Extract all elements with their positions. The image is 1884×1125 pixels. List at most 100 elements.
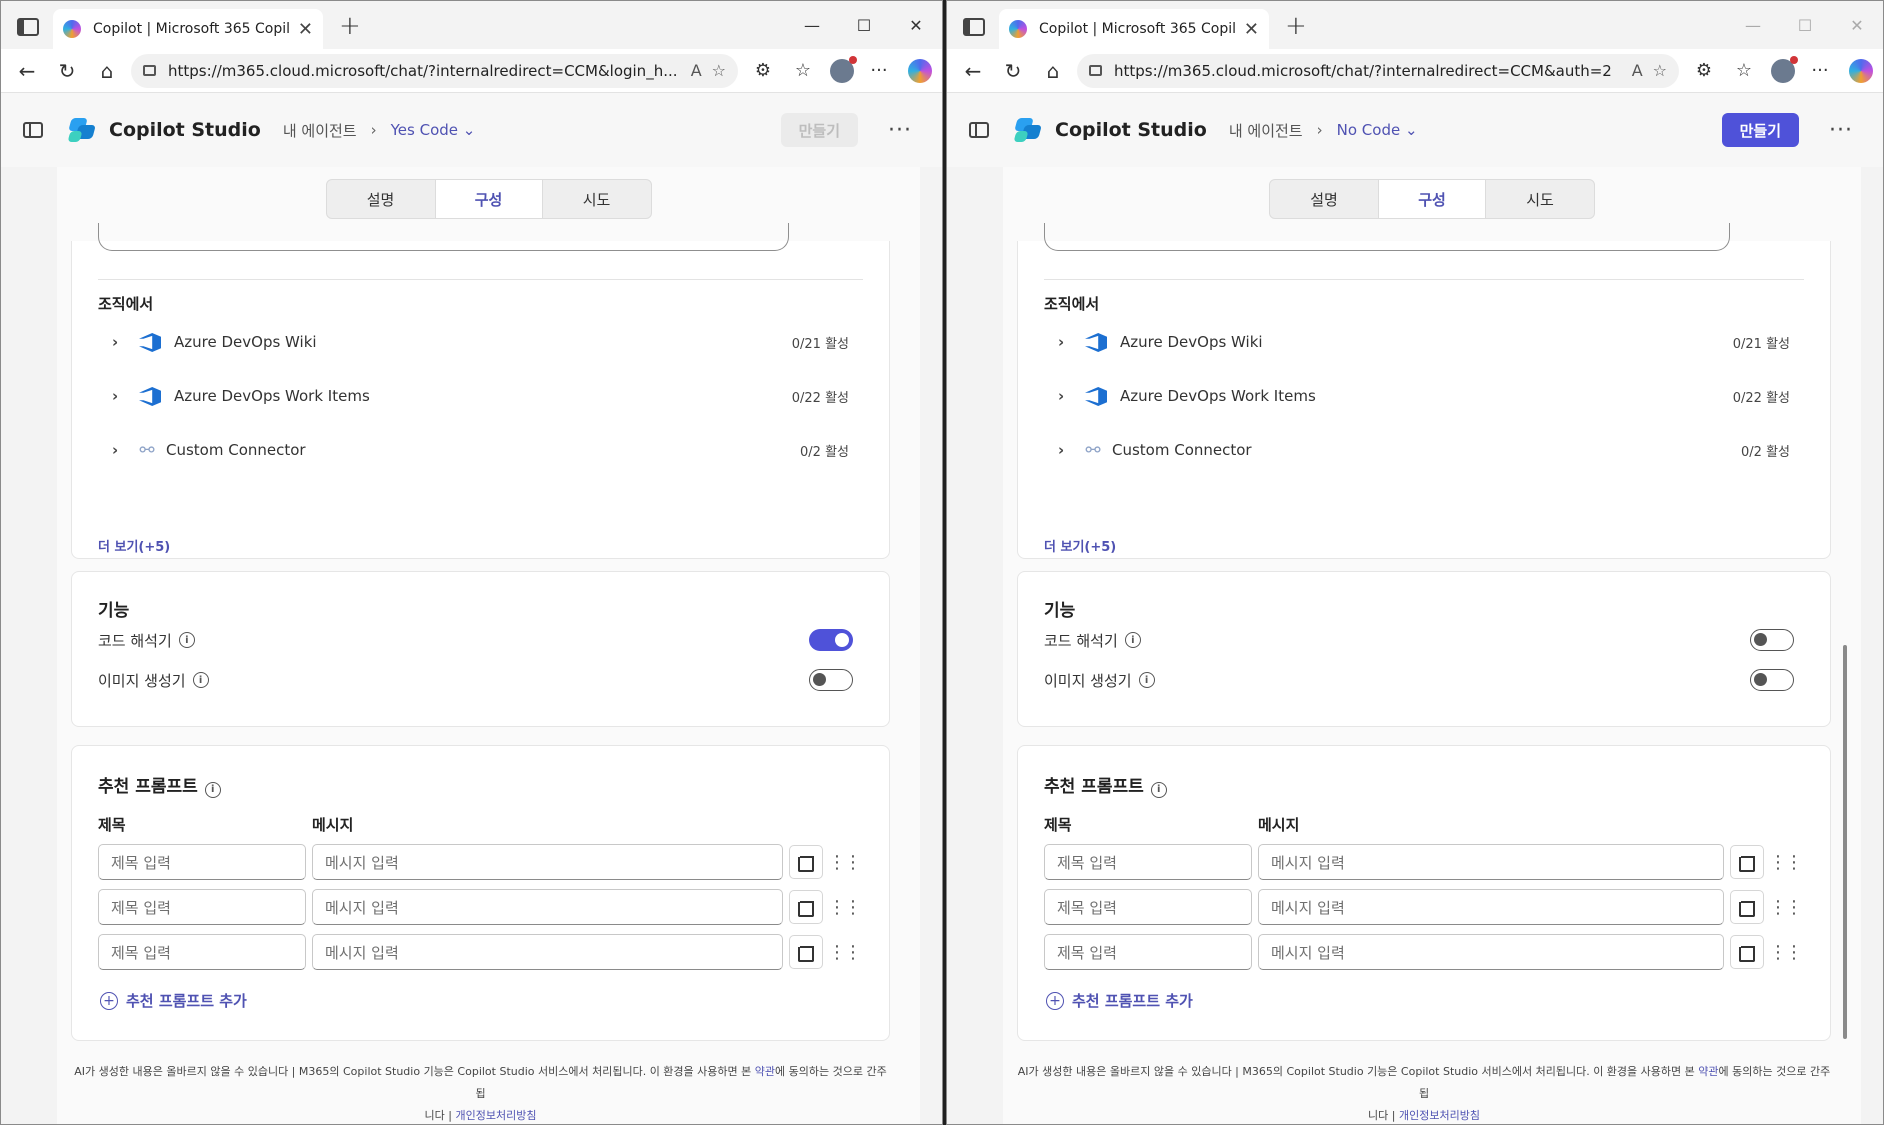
breadcrumb-my-agents[interactable]: 내 에이전트: [283, 120, 357, 141]
favorites-icon[interactable]: ☆: [788, 56, 818, 86]
code-interpreter-toggle[interactable]: [1750, 629, 1794, 651]
home-icon[interactable]: ⌂: [91, 55, 123, 87]
url-field[interactable]: https://m365.cloud.microsoft/chat/?inter…: [1077, 53, 1679, 88]
image-generator-toggle[interactable]: [809, 669, 853, 691]
info-icon[interactable]: i: [204, 781, 221, 798]
tab-try[interactable]: 시도: [543, 180, 651, 218]
tab-close-icon[interactable]: ✕: [290, 19, 313, 40]
profile-avatar[interactable]: [1771, 55, 1798, 83]
add-prompt-button[interactable]: + 추천 프롬프트 추가: [100, 990, 247, 1011]
minimize-icon[interactable]: —: [786, 1, 838, 49]
prompt-title-input[interactable]: 제목 입력: [1044, 934, 1252, 970]
read-aloud-icon[interactable]: A: [691, 61, 702, 80]
privacy-link[interactable]: 개인정보처리방침: [455, 1109, 536, 1122]
extensions-icon[interactable]: ⚙: [748, 56, 778, 86]
favorites-icon[interactable]: ☆: [1729, 56, 1759, 86]
drag-handle-icon[interactable]: ⋮⋮: [1769, 935, 1803, 969]
delete-icon[interactable]: [789, 845, 823, 879]
delete-icon[interactable]: [1730, 890, 1764, 924]
prompt-message-input[interactable]: 메시지 입력: [312, 934, 783, 970]
chevron-right-icon[interactable]: ›: [112, 333, 130, 351]
maximize-icon[interactable]: ☐: [1779, 1, 1831, 49]
knowledge-source-row[interactable]: › Azure DevOps Wiki 0/21 활성: [1058, 327, 1790, 357]
browser-tab[interactable]: Copilot | Microsoft 365 Copilot ✕: [999, 9, 1269, 49]
copilot-sidebar-icon[interactable]: [1849, 58, 1873, 83]
info-icon[interactable]: i: [1124, 632, 1141, 648]
chevron-right-icon[interactable]: ›: [1058, 333, 1076, 351]
info-icon[interactable]: i: [192, 672, 209, 688]
browser-tab[interactable]: Copilot | Microsoft 365 Copilot ✕: [53, 9, 323, 49]
tab-actions-icon[interactable]: [963, 18, 985, 36]
create-button[interactable]: 만들기: [1721, 113, 1800, 147]
delete-icon[interactable]: [1730, 845, 1764, 879]
breadcrumb-my-agents[interactable]: 내 에이전트: [1229, 120, 1303, 141]
prompt-title-input[interactable]: 제목 입력: [1044, 889, 1252, 925]
more-options-icon[interactable]: ···: [888, 118, 912, 143]
read-aloud-icon[interactable]: A: [1632, 61, 1643, 80]
chevron-right-icon[interactable]: ›: [1058, 387, 1076, 405]
more-options-icon[interactable]: ···: [1829, 118, 1853, 143]
prompt-message-input[interactable]: 메시지 입력: [1258, 889, 1724, 925]
close-window-icon[interactable]: ✕: [890, 1, 942, 49]
delete-icon[interactable]: [1730, 935, 1764, 969]
prompt-title-input[interactable]: 제목 입력: [98, 844, 306, 880]
drag-handle-icon[interactable]: ⋮⋮: [1769, 845, 1803, 879]
knowledge-source-row[interactable]: › Azure DevOps Work Items 0/22 활성: [112, 381, 849, 411]
privacy-link[interactable]: 개인정보처리방침: [1399, 1109, 1480, 1122]
drag-handle-icon[interactable]: ⋮⋮: [1769, 890, 1803, 924]
drag-handle-icon[interactable]: ⋮⋮: [828, 845, 862, 879]
image-generator-toggle[interactable]: [1750, 669, 1794, 691]
sidebar-toggle-icon[interactable]: [969, 122, 989, 138]
tab-configure[interactable]: 구성: [1378, 180, 1486, 218]
new-tab-icon[interactable]: +: [1285, 11, 1307, 41]
new-tab-icon[interactable]: +: [339, 11, 361, 41]
refresh-icon[interactable]: ↻: [997, 55, 1029, 87]
chevron-right-icon[interactable]: ›: [112, 387, 130, 405]
prompt-title-input[interactable]: 제목 입력: [1044, 844, 1252, 880]
chevron-right-icon[interactable]: ›: [1058, 441, 1076, 459]
url-field[interactable]: https://m365.cloud.microsoft/chat/?inter…: [131, 53, 738, 88]
knowledge-source-row[interactable]: › ⚯ Custom Connector 0/2 활성: [112, 435, 849, 465]
see-more-link[interactable]: 더 보기(+5): [98, 536, 170, 555]
tab-try[interactable]: 시도: [1486, 180, 1594, 218]
knowledge-source-row[interactable]: › Azure DevOps Work Items 0/22 활성: [1058, 381, 1790, 411]
sidebar-toggle-icon[interactable]: [23, 122, 43, 138]
minimize-icon[interactable]: —: [1727, 1, 1779, 49]
more-menu-icon[interactable]: ···: [1805, 56, 1835, 86]
tab-close-icon[interactable]: ✕: [1236, 19, 1259, 40]
refresh-icon[interactable]: ↻: [51, 55, 83, 87]
tab-description[interactable]: 설명: [1270, 180, 1378, 218]
prompt-message-input[interactable]: 메시지 입력: [312, 889, 783, 925]
scrollbar[interactable]: [1843, 645, 1847, 1039]
tab-configure[interactable]: 구성: [434, 180, 543, 218]
favorite-star-icon[interactable]: ☆: [712, 61, 726, 80]
favorite-star-icon[interactable]: ☆: [1653, 61, 1667, 80]
info-icon[interactable]: i: [1150, 781, 1167, 798]
tab-actions-icon[interactable]: [17, 18, 39, 36]
add-prompt-button[interactable]: + 추천 프롬프트 추가: [1046, 990, 1193, 1011]
back-icon[interactable]: ←: [11, 55, 43, 87]
back-icon[interactable]: ←: [957, 55, 989, 87]
copilot-sidebar-icon[interactable]: [908, 58, 932, 83]
knowledge-source-row[interactable]: › Azure DevOps Wiki 0/21 활성: [112, 327, 849, 357]
agent-name-dropdown[interactable]: No Code: [1337, 121, 1418, 139]
extensions-icon[interactable]: ⚙: [1689, 56, 1719, 86]
drag-handle-icon[interactable]: ⋮⋮: [828, 935, 862, 969]
create-button[interactable]: 만들기: [780, 113, 859, 147]
delete-icon[interactable]: [789, 890, 823, 924]
profile-avatar[interactable]: [830, 55, 857, 83]
terms-link[interactable]: 약관: [1698, 1065, 1718, 1078]
close-window-icon[interactable]: ✕: [1831, 1, 1883, 49]
agent-name-dropdown[interactable]: Yes Code: [391, 121, 476, 139]
search-field-edge[interactable]: [1044, 223, 1730, 251]
chevron-right-icon[interactable]: ›: [112, 441, 130, 459]
delete-icon[interactable]: [789, 935, 823, 969]
info-icon[interactable]: i: [178, 632, 195, 648]
prompt-message-input[interactable]: 메시지 입력: [1258, 934, 1724, 970]
info-icon[interactable]: i: [1138, 672, 1155, 688]
prompt-message-input[interactable]: 메시지 입력: [1258, 844, 1724, 880]
knowledge-source-row[interactable]: › ⚯ Custom Connector 0/2 활성: [1058, 435, 1790, 465]
see-more-link[interactable]: 더 보기(+5): [1044, 536, 1116, 555]
search-field-edge[interactable]: [98, 223, 789, 251]
code-interpreter-toggle[interactable]: [809, 629, 853, 651]
